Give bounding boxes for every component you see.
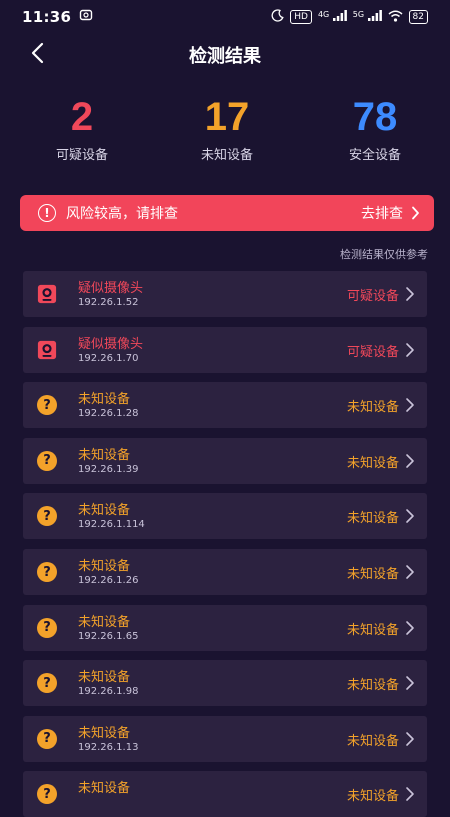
chevron-right-icon xyxy=(406,342,414,357)
device-name: 未知设备 xyxy=(78,392,131,408)
camera-icon xyxy=(37,340,57,360)
question-icon: ? xyxy=(37,562,57,582)
stat-unknown-value: 17 xyxy=(204,95,250,139)
wifi-icon xyxy=(388,10,403,25)
alert-text: 风险较高，请排查 xyxy=(66,206,178,222)
device-name: 未知设备 xyxy=(78,614,131,630)
question-icon: ? xyxy=(37,728,57,749)
notification-icon xyxy=(79,8,93,26)
question-icon: ? xyxy=(37,506,57,527)
device-name: 未知设备 xyxy=(78,503,131,519)
question-icon: ? xyxy=(37,617,57,638)
device-status: 未知设备 xyxy=(346,455,399,471)
device-row[interactable]: ? 未知设备 192.26.1.13 未知设备 xyxy=(23,715,427,762)
device-ip: 192.26.1.28 xyxy=(78,408,139,420)
battery-indicator: 82 xyxy=(408,10,428,24)
device-status: 未知设备 xyxy=(346,511,399,527)
device-row[interactable]: ? 未知设备 192.26.1.39 未知设备 xyxy=(23,437,427,484)
device-row[interactable]: ? 未知设备 192.26.1.98 未知设备 xyxy=(23,660,427,707)
chevron-right-icon xyxy=(406,565,414,579)
device-row[interactable]: ? 未知设备 192.26.1.114 未知设备 xyxy=(23,493,427,540)
device-status: 未知设备 xyxy=(346,789,399,805)
chevron-right-icon xyxy=(412,206,419,220)
device-name: 疑似摄像头 xyxy=(78,336,144,352)
stat-suspicious[interactable]: 2 可疑设备 xyxy=(22,92,142,163)
chevron-right-icon xyxy=(406,509,414,524)
device-status: 未知设备 xyxy=(346,567,399,582)
device-status: 可疑设备 xyxy=(346,289,399,304)
device-name: 未知设备 xyxy=(78,447,131,463)
device-ip: 192.26.1.114 xyxy=(78,519,145,531)
page-title: 检测结果 xyxy=(189,46,261,67)
chevron-right-icon xyxy=(406,287,414,301)
device-row[interactable]: 疑似摄像头 192.26.1.70 可疑设备 xyxy=(23,326,427,373)
stat-suspicious-label: 可疑设备 xyxy=(55,148,108,163)
stat-safe[interactable]: 78 安全设备 xyxy=(315,92,435,163)
device-name: 未知设备 xyxy=(78,559,131,574)
device-name: 未知设备 xyxy=(78,670,131,686)
stat-safe-value: 78 xyxy=(352,95,398,139)
hd-badge: HD xyxy=(290,10,312,24)
question-icon: ? xyxy=(37,450,57,471)
chevron-right-icon xyxy=(406,731,414,746)
device-status: 未知设备 xyxy=(346,622,399,638)
device-ip: 192.26.1.70 xyxy=(78,352,139,364)
device-status: 未知设备 xyxy=(346,400,399,416)
device-status: 未知设备 xyxy=(346,678,399,694)
stat-suspicious-value: 2 xyxy=(70,95,94,139)
question-icon: ? xyxy=(37,784,57,805)
moon-icon xyxy=(271,9,284,25)
device-name: 疑似摄像头 xyxy=(78,281,144,296)
device-ip: 192.26.1.26 xyxy=(78,575,139,586)
device-row[interactable]: ? 未知设备 192.26.1.65 未知设备 xyxy=(23,604,427,651)
device-row[interactable]: ? 未知设备 192.26.1.26 未知设备 xyxy=(23,549,427,595)
stat-unknown-label: 未知设备 xyxy=(200,148,253,163)
chevron-right-icon xyxy=(406,620,414,635)
camera-icon xyxy=(37,284,57,304)
device-ip: 192.26.1.39 xyxy=(78,463,139,475)
signal-4g: 4G xyxy=(318,10,347,24)
stats-summary: 2 可疑设备 17 未知设备 78 安全设备 xyxy=(0,92,450,172)
device-name: 未知设备 xyxy=(78,725,131,741)
device-row[interactable]: 疑似摄像头 192.26.1.52 可疑设备 xyxy=(23,271,427,317)
device-ip: 192.26.1.13 xyxy=(78,741,139,753)
device-ip: 192.26.1.52 xyxy=(78,297,139,308)
status-time: 11:36 xyxy=(22,8,72,26)
device-row[interactable]: ? 未知设备 192.26.1.28 未知设备 xyxy=(23,382,427,429)
device-ip: 192.26.1.98 xyxy=(78,686,139,698)
warning-icon: ! xyxy=(38,204,56,222)
question-icon: ? xyxy=(37,395,57,416)
chevron-right-icon xyxy=(406,398,414,412)
disclaimer-note: 检测结果仅供参考 xyxy=(340,248,428,261)
alert-action-label: 去排查 xyxy=(361,206,403,222)
device-row[interactable]: ? 未知设备 未知设备 xyxy=(23,771,427,817)
stat-unknown[interactable]: 17 未知设备 xyxy=(167,92,287,163)
chevron-right-icon xyxy=(406,676,414,690)
signal-5g: 5G xyxy=(353,10,382,24)
header: 检测结果 xyxy=(0,34,450,74)
risk-alert-banner[interactable]: ! 风险较高，请排查 去排查 xyxy=(20,195,434,231)
stat-safe-label: 安全设备 xyxy=(348,148,401,163)
question-icon: ? xyxy=(37,673,57,694)
chevron-right-icon xyxy=(406,453,414,468)
status-bar: 11:36 HD 4G 5G 82 xyxy=(0,0,450,34)
device-status: 可疑设备 xyxy=(346,344,399,360)
device-ip: 192.26.1.65 xyxy=(78,630,139,642)
device-name: 未知设备 xyxy=(78,781,131,797)
device-status: 未知设备 xyxy=(346,733,399,749)
